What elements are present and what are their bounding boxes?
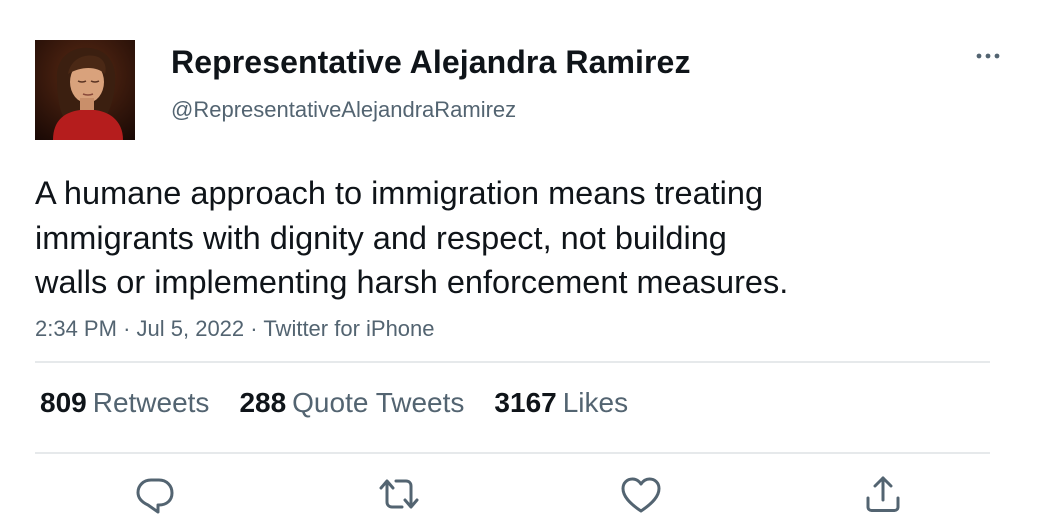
tweet-card: Representative Alejandra Ramirez @Repres…	[0, 0, 1050, 525]
quote-tweets-label: Quote Tweets	[292, 387, 465, 418]
tweet-text-line: A humane approach to immigration means t…	[35, 175, 764, 211]
likes-label: Likes	[562, 387, 629, 418]
retweets-count: 809	[40, 387, 87, 418]
meta-separator: ·	[123, 316, 137, 341]
quote-tweets-stat[interactable]: 288 Quote Tweets	[239, 387, 464, 419]
tweet-time[interactable]: 2:34 PM	[35, 316, 117, 341]
like-button[interactable]	[617, 470, 665, 518]
reply-icon	[136, 478, 174, 514]
tweet-stats: 809 Retweets 288 Quote Tweets 3167 Likes	[40, 387, 658, 419]
more-options-button[interactable]	[970, 42, 1006, 70]
quote-tweets-count: 288	[239, 387, 287, 418]
more-dots-icon	[976, 53, 1000, 59]
avatar[interactable]	[35, 40, 135, 140]
likes-stat[interactable]: 3167 Likes	[494, 387, 628, 419]
likes-count: 3167	[494, 387, 557, 418]
divider	[35, 452, 990, 454]
tweet-date[interactable]: Jul 5, 2022	[137, 316, 245, 341]
reply-button[interactable]	[131, 470, 179, 518]
share-icon	[866, 476, 900, 512]
tweet-text-line: walls or implementing harsh enforcement …	[35, 264, 789, 300]
tweet-source[interactable]: Twitter for iPhone	[263, 316, 434, 341]
retweet-button[interactable]	[375, 470, 423, 518]
retweets-stat[interactable]: 809 Retweets	[40, 387, 209, 419]
tweet-text: A humane approach to immigration means t…	[35, 171, 935, 305]
profile-photo	[35, 40, 135, 140]
share-button[interactable]	[859, 470, 907, 518]
display-name[interactable]: Representative Alejandra Ramirez	[171, 44, 691, 81]
retweet-icon	[379, 479, 419, 509]
tweet-metadata: 2:34 PM · Jul 5, 2022 · Twitter for iPho…	[35, 316, 435, 342]
tweet-text-line: immigrants with dignity and respect, not…	[35, 219, 727, 256]
retweets-label: Retweets	[92, 387, 210, 418]
divider	[35, 361, 990, 363]
meta-separator: ·	[250, 316, 264, 341]
heart-icon	[621, 477, 661, 513]
user-handle[interactable]: @RepresentativeAlejandraRamirez	[171, 97, 516, 123]
